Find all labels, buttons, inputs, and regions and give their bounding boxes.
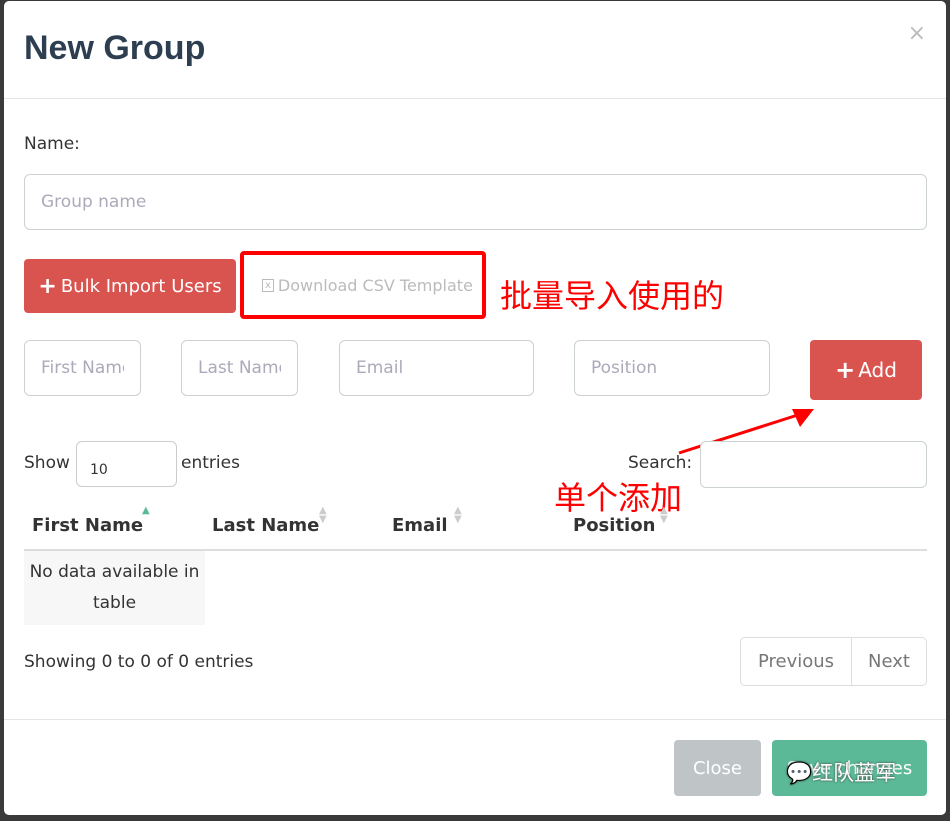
add-label: Add [858, 358, 897, 382]
position-input[interactable] [574, 340, 770, 396]
table-search-input[interactable] [700, 441, 927, 488]
sort-icon: ▲ ▼ [454, 505, 462, 525]
watermark: 💬红队蓝军 [786, 757, 896, 787]
close-icon[interactable]: × [908, 21, 926, 46]
download-csv-label: Download CSV Template [277, 275, 473, 295]
sort-asc-icon: ▲ [142, 505, 150, 516]
add-button[interactable]: + Add [810, 340, 922, 400]
new-group-modal: New Group × Name: +Bulk Import Users xDo… [4, 1, 946, 815]
bulk-annotation: 批量导入使用的 [500, 277, 725, 315]
search-label: Search: [628, 453, 693, 473]
column-position[interactable]: Position [573, 515, 655, 536]
bulk-import-button[interactable]: + Bulk Import Users [24, 259, 236, 313]
bulk-import-label: Bulk Import Users [60, 275, 222, 297]
column-first-name[interactable]: First Name [32, 515, 143, 536]
group-name-input[interactable] [24, 174, 927, 230]
sort-icon: ▲ ▼ [660, 505, 668, 525]
empty-table-cell: No data available in table [24, 551, 205, 625]
show-label: Show [24, 453, 70, 473]
entries-label: entries [181, 453, 240, 473]
first-name-input[interactable] [24, 340, 141, 396]
name-label: Name: [24, 134, 80, 154]
modal-header: New Group × [4, 1, 946, 99]
file-excel-icon: x [262, 278, 274, 292]
modal-title: New Group [24, 29, 206, 67]
watermark-text: 红队蓝军 [812, 761, 897, 785]
previous-button[interactable]: Previous [740, 637, 852, 686]
table-info: Showing 0 to 0 of 0 entries [24, 652, 254, 672]
next-button[interactable]: Next [851, 637, 927, 686]
download-csv-template-link[interactable]: x Download CSV Template [240, 251, 486, 319]
sort-icon: ▲ ▼ [319, 505, 327, 525]
column-last-name[interactable]: Last Name [212, 515, 319, 536]
close-button[interactable]: Close [674, 740, 761, 796]
column-email[interactable]: Email [392, 515, 448, 536]
wechat-icon: 💬 [786, 761, 813, 785]
entries-select[interactable]: 10 [76, 441, 177, 487]
plus-icon: + [38, 273, 57, 299]
last-name-input[interactable] [181, 340, 298, 396]
plus-icon: + [835, 356, 856, 384]
email-input[interactable] [339, 340, 534, 396]
modal-footer-divider [4, 719, 946, 720]
